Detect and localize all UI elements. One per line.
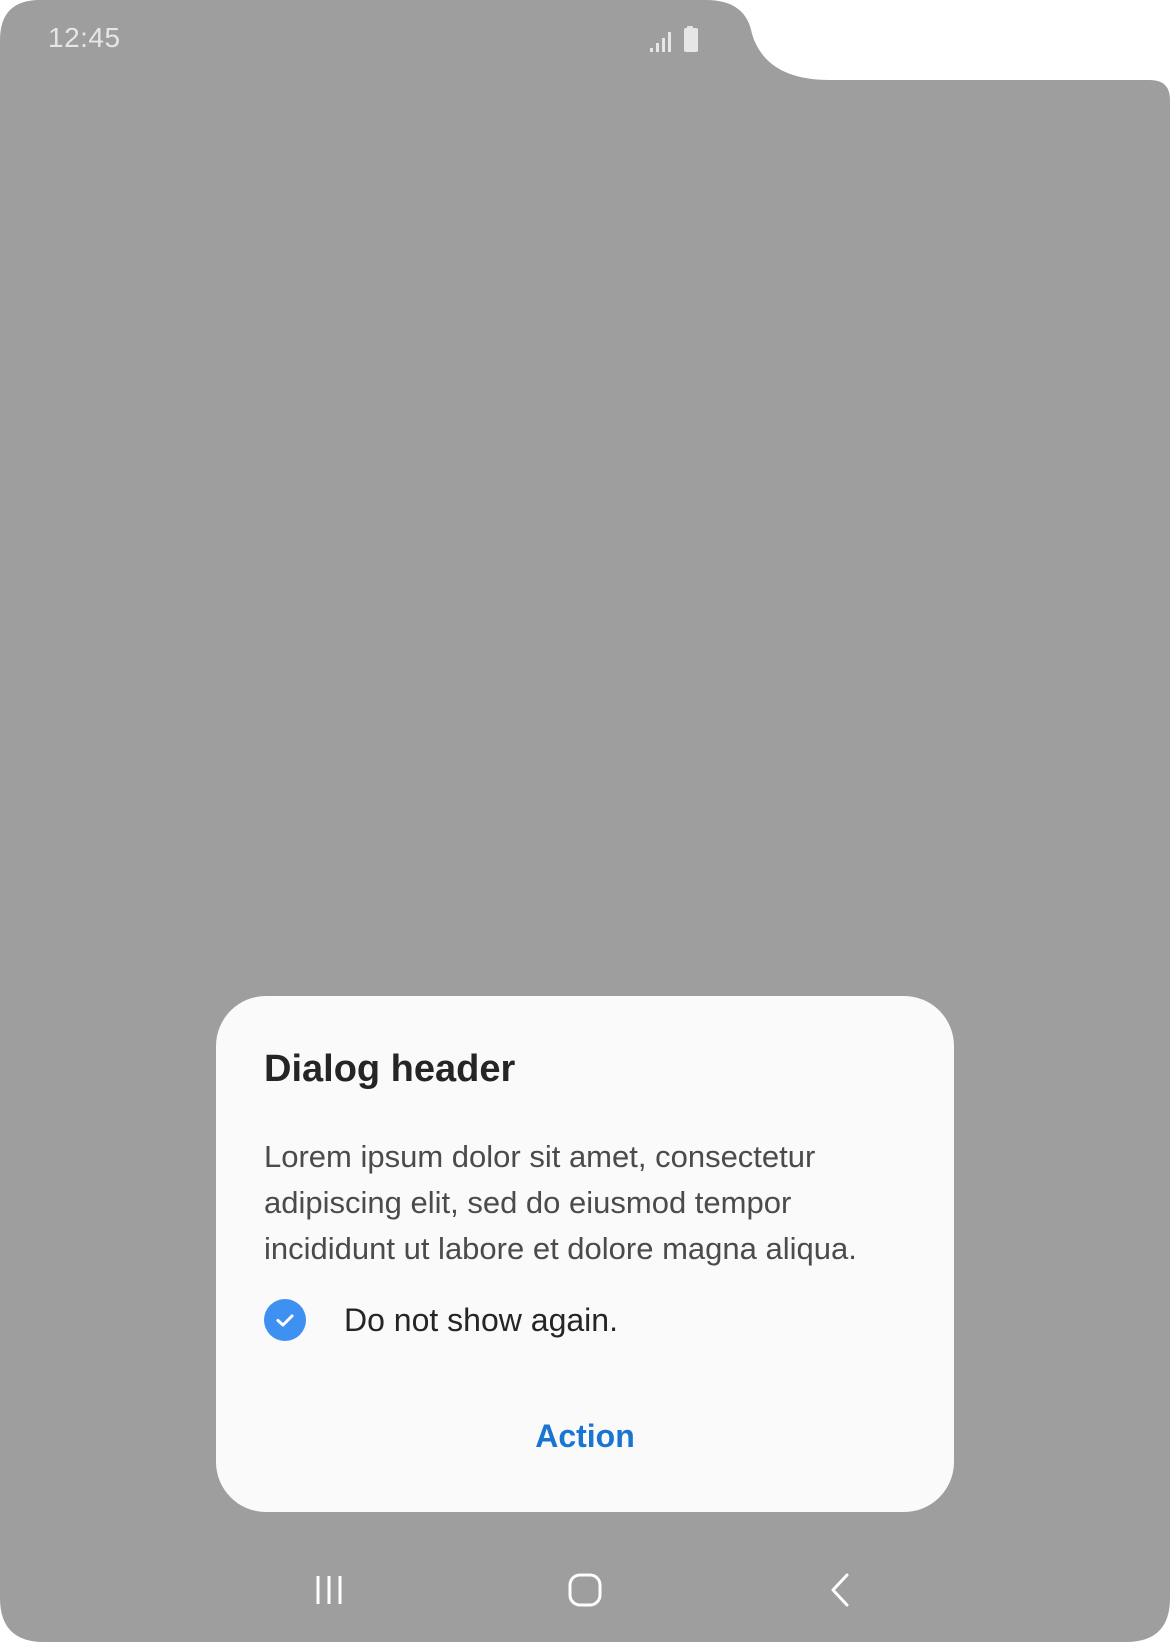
back-icon — [831, 1573, 849, 1607]
home-button[interactable] — [555, 1560, 615, 1620]
dialog-body-text: Lorem ipsum dolor sit amet, consectetur … — [264, 1139, 857, 1266]
dialog-title: Dialog header — [264, 1048, 516, 1090]
do-not-show-again-checkbox[interactable] — [264, 1299, 306, 1341]
do-not-show-again-label[interactable]: Do not show again. — [344, 1302, 618, 1339]
home-icon — [568, 1573, 602, 1607]
signal-icon — [650, 32, 671, 52]
status-bar-icons — [650, 26, 710, 56]
recent-apps-icon — [316, 1576, 342, 1604]
battery-icon — [684, 26, 698, 52]
dialog: Dialog header Lorem ipsum dolor sit amet… — [216, 996, 954, 1512]
do-not-show-again-row[interactable]: Do not show again. — [264, 1296, 618, 1344]
action-button[interactable]: Action — [216, 1406, 954, 1466]
status-bar-time: 12:45 — [48, 22, 121, 53]
recent-apps-button[interactable] — [299, 1560, 359, 1620]
back-button[interactable] — [810, 1560, 870, 1620]
navigation-bar — [0, 1560, 1170, 1620]
page: 12:45 Dialog header Lorem ipsum dolor si… — [0, 0, 1170, 1642]
checkmark-icon — [276, 1314, 294, 1327]
